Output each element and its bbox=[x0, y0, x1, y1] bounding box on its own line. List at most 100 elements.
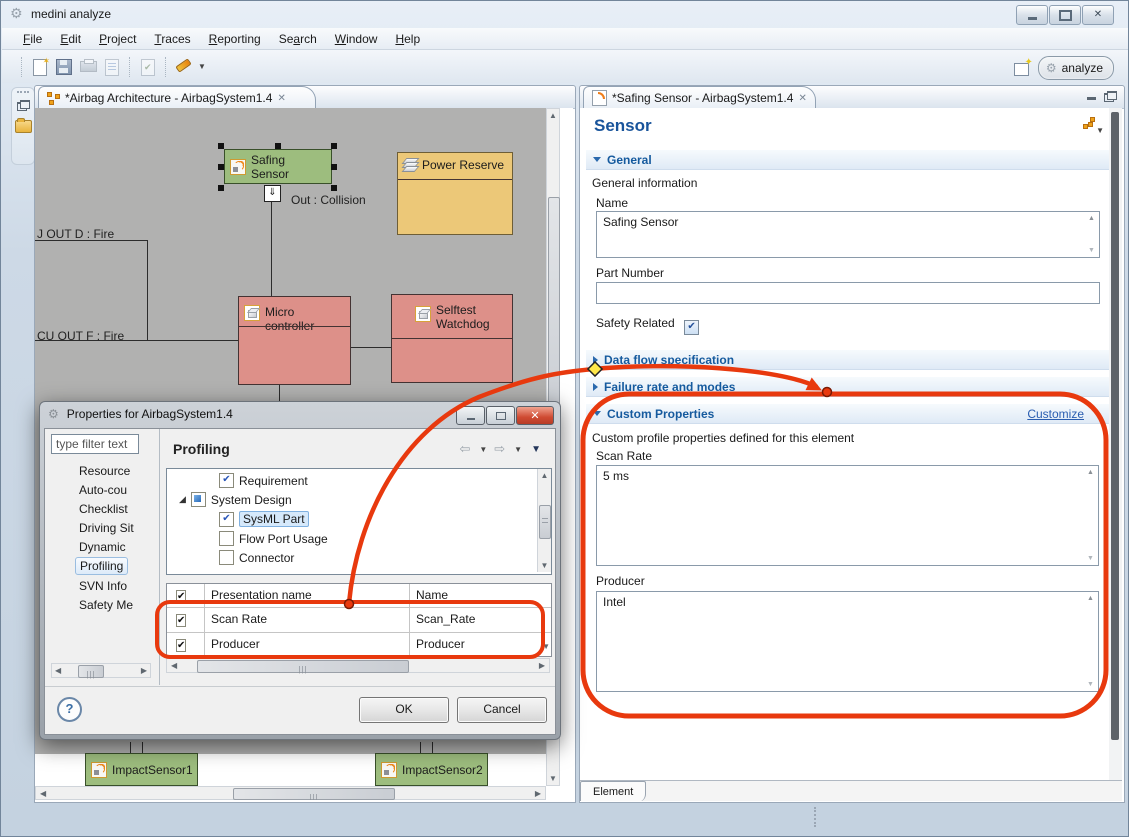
view-menu-dropdown-icon[interactable]: ▼ bbox=[1096, 126, 1104, 135]
nav-item-checklist[interactable]: Checklist bbox=[75, 500, 132, 518]
scrollbar-thumb[interactable] bbox=[548, 197, 560, 429]
view-minimize-icon[interactable] bbox=[1086, 91, 1099, 102]
scroll-left-icon[interactable]: ◀ bbox=[171, 659, 177, 672]
scroll-down-icon[interactable]: ▼ bbox=[547, 773, 559, 784]
scroll-right-icon[interactable]: ▶ bbox=[141, 664, 147, 677]
forward-dropdown-icon[interactable]: ▼ bbox=[514, 445, 522, 454]
scroll-left-icon[interactable]: ◀ bbox=[55, 664, 61, 677]
checked-checkbox[interactable]: ✔ bbox=[219, 512, 234, 527]
nav-item-profiling[interactable]: Profiling bbox=[75, 557, 128, 575]
block-power-reserve[interactable]: Power Reserve bbox=[397, 152, 513, 235]
scroll-up-icon[interactable]: ▲ bbox=[1084, 469, 1097, 476]
checked-checkbox[interactable]: ✔ bbox=[219, 473, 234, 488]
canvas-horizontal-scrollbar[interactable]: ◀ ||| ▶ bbox=[35, 786, 546, 800]
back-icon[interactable]: ⇦ bbox=[459, 441, 470, 457]
nav-item-safety-me[interactable]: Safety Me bbox=[75, 596, 137, 614]
view-menu-dropdown-icon[interactable]: ▼ bbox=[531, 444, 541, 455]
dialog-titlebar[interactable]: ⚙ Properties for AirbagSystem1.4 bbox=[48, 407, 233, 421]
new-diagram-icon[interactable]: ✶ bbox=[31, 58, 49, 76]
out-port[interactable]: ⇓ bbox=[264, 185, 281, 202]
resize-handle[interactable] bbox=[218, 164, 224, 170]
menu-project[interactable]: Project bbox=[90, 28, 145, 50]
resize-handle[interactable] bbox=[218, 143, 224, 149]
cell-name[interactable]: Producer bbox=[410, 633, 551, 656]
scroll-down-icon[interactable]: ▼ bbox=[1084, 681, 1097, 688]
expander-icon[interactable]: ◢ bbox=[179, 494, 186, 505]
column-name[interactable]: Name bbox=[410, 584, 551, 607]
resize-handle[interactable] bbox=[331, 143, 337, 149]
scrollbar-thumb[interactable] bbox=[1111, 112, 1119, 740]
resize-handle[interactable] bbox=[218, 185, 224, 191]
producer-field[interactable]: Intel ▲▼ bbox=[596, 591, 1099, 692]
block-safing-sensor[interactable]: Safing Sensor bbox=[224, 149, 332, 184]
status-drag-handle[interactable] bbox=[814, 807, 820, 827]
field-scroll[interactable]: ▲▼ bbox=[1084, 467, 1097, 564]
open-perspective-icon[interactable]: ✦ bbox=[1014, 60, 1032, 76]
section-failure-rate[interactable]: Failure rate and modes bbox=[586, 376, 1110, 397]
restore-views-icon[interactable] bbox=[16, 100, 30, 111]
menu-traces[interactable]: Traces bbox=[145, 28, 199, 50]
maximize-button[interactable] bbox=[1049, 5, 1081, 25]
header-checkbox-cell[interactable]: ✔ bbox=[167, 584, 205, 607]
nav-horizontal-scrollbar[interactable]: ◀ ||| ▶ bbox=[51, 663, 151, 678]
report-icon[interactable] bbox=[103, 58, 121, 76]
save-icon[interactable] bbox=[55, 58, 73, 76]
tree-item-sysml-part[interactable]: ✔SysML Part bbox=[219, 511, 309, 527]
minimize-button[interactable] bbox=[1016, 5, 1048, 25]
nav-item-auto-cou[interactable]: Auto-cou bbox=[75, 481, 131, 499]
ok-button[interactable]: OK bbox=[359, 697, 449, 723]
tree-item-requirement[interactable]: ✔Requirement bbox=[219, 473, 308, 488]
analyze-perspective-button[interactable]: ⚙ analyze bbox=[1038, 56, 1114, 80]
name-field[interactable]: Safing Sensor ▲▼ bbox=[596, 211, 1100, 258]
field-scroll[interactable]: ▲▼ bbox=[1084, 593, 1097, 690]
menu-help[interactable]: Help bbox=[386, 28, 429, 50]
back-dropdown-icon[interactable]: ▼ bbox=[479, 445, 487, 454]
highlighter-dropdown-icon[interactable]: ▼ bbox=[198, 62, 206, 71]
section-custom-properties[interactable]: Custom Properties Customize bbox=[586, 403, 1110, 424]
tab-close-icon[interactable]: ✕ bbox=[277, 93, 285, 104]
nav-item-dynamic[interactable]: Dynamic bbox=[75, 538, 130, 556]
cell-presentation-name[interactable]: Producer bbox=[205, 633, 410, 656]
block-impact-sensor2[interactable]: ImpactSensor2 bbox=[375, 753, 488, 786]
block-impact-sensor1[interactable]: ImpactSensor1 bbox=[85, 753, 198, 786]
menu-window[interactable]: Window bbox=[326, 28, 387, 50]
column-presentation-name[interactable]: Presentation name bbox=[205, 584, 410, 607]
block-selftest-watchdog[interactable]: SelftestWatchdog bbox=[391, 294, 513, 383]
scroll-down-icon[interactable]: ▼ bbox=[538, 560, 551, 571]
tab-safing-sensor[interactable]: *Safing Sensor - AirbagSystem1.4 ✕ bbox=[583, 86, 816, 109]
cell-presentation-name[interactable]: Scan Rate bbox=[205, 608, 410, 632]
nav-item-resource[interactable]: Resource bbox=[75, 462, 134, 480]
tab-element[interactable]: Element bbox=[580, 781, 646, 801]
resize-handle[interactable] bbox=[331, 164, 337, 170]
scroll-up-icon[interactable]: ▲ bbox=[1084, 595, 1097, 602]
scrollbar-thumb[interactable]: ||| bbox=[233, 788, 395, 800]
forward-icon[interactable]: ⇨ bbox=[494, 441, 505, 457]
field-scroll[interactable]: ▲▼ bbox=[1085, 213, 1098, 256]
partial-checkbox[interactable] bbox=[191, 492, 206, 507]
help-button[interactable]: ? bbox=[57, 697, 82, 722]
resize-handle[interactable] bbox=[331, 185, 337, 191]
menu-file[interactable]: File bbox=[14, 28, 51, 50]
scroll-down-icon[interactable]: ▼ bbox=[1085, 247, 1098, 254]
tab-airbag-architecture[interactable]: *Airbag Architecture - AirbagSystem1.4 ✕ bbox=[38, 86, 316, 109]
filter-input[interactable]: type filter text bbox=[51, 434, 139, 454]
dialog-maximize-button[interactable] bbox=[486, 406, 515, 425]
section-general[interactable]: General bbox=[586, 149, 1110, 170]
safety-related-checkbox[interactable]: ✔ bbox=[684, 320, 699, 335]
row-checkbox-cell[interactable]: ✔ bbox=[167, 633, 205, 656]
scroll-up-icon[interactable]: ▲ bbox=[547, 110, 559, 121]
dialog-minimize-button[interactable] bbox=[456, 406, 485, 425]
menu-edit[interactable]: Edit bbox=[51, 28, 90, 50]
form-vertical-scrollbar[interactable] bbox=[1109, 108, 1122, 781]
tab-close-icon[interactable]: ✕ bbox=[798, 93, 806, 104]
view-maximize-icon[interactable] bbox=[1103, 91, 1116, 102]
menu-reporting[interactable]: Reporting bbox=[200, 28, 270, 50]
table-horizontal-scrollbar[interactable]: ◀ ||| ▶ bbox=[166, 658, 550, 673]
tree-vertical-scrollbar[interactable]: ▲ ▼ bbox=[537, 469, 551, 572]
scrollbar-thumb[interactable]: ||| bbox=[197, 660, 409, 673]
row-checkbox-cell[interactable]: ✔ bbox=[167, 608, 205, 632]
nav-item-driving-sit[interactable]: Driving Sit bbox=[75, 519, 138, 537]
unchecked-checkbox[interactable] bbox=[219, 550, 234, 565]
resize-handle[interactable] bbox=[275, 143, 281, 149]
section-data-flow[interactable]: Data flow specification bbox=[586, 349, 1110, 370]
